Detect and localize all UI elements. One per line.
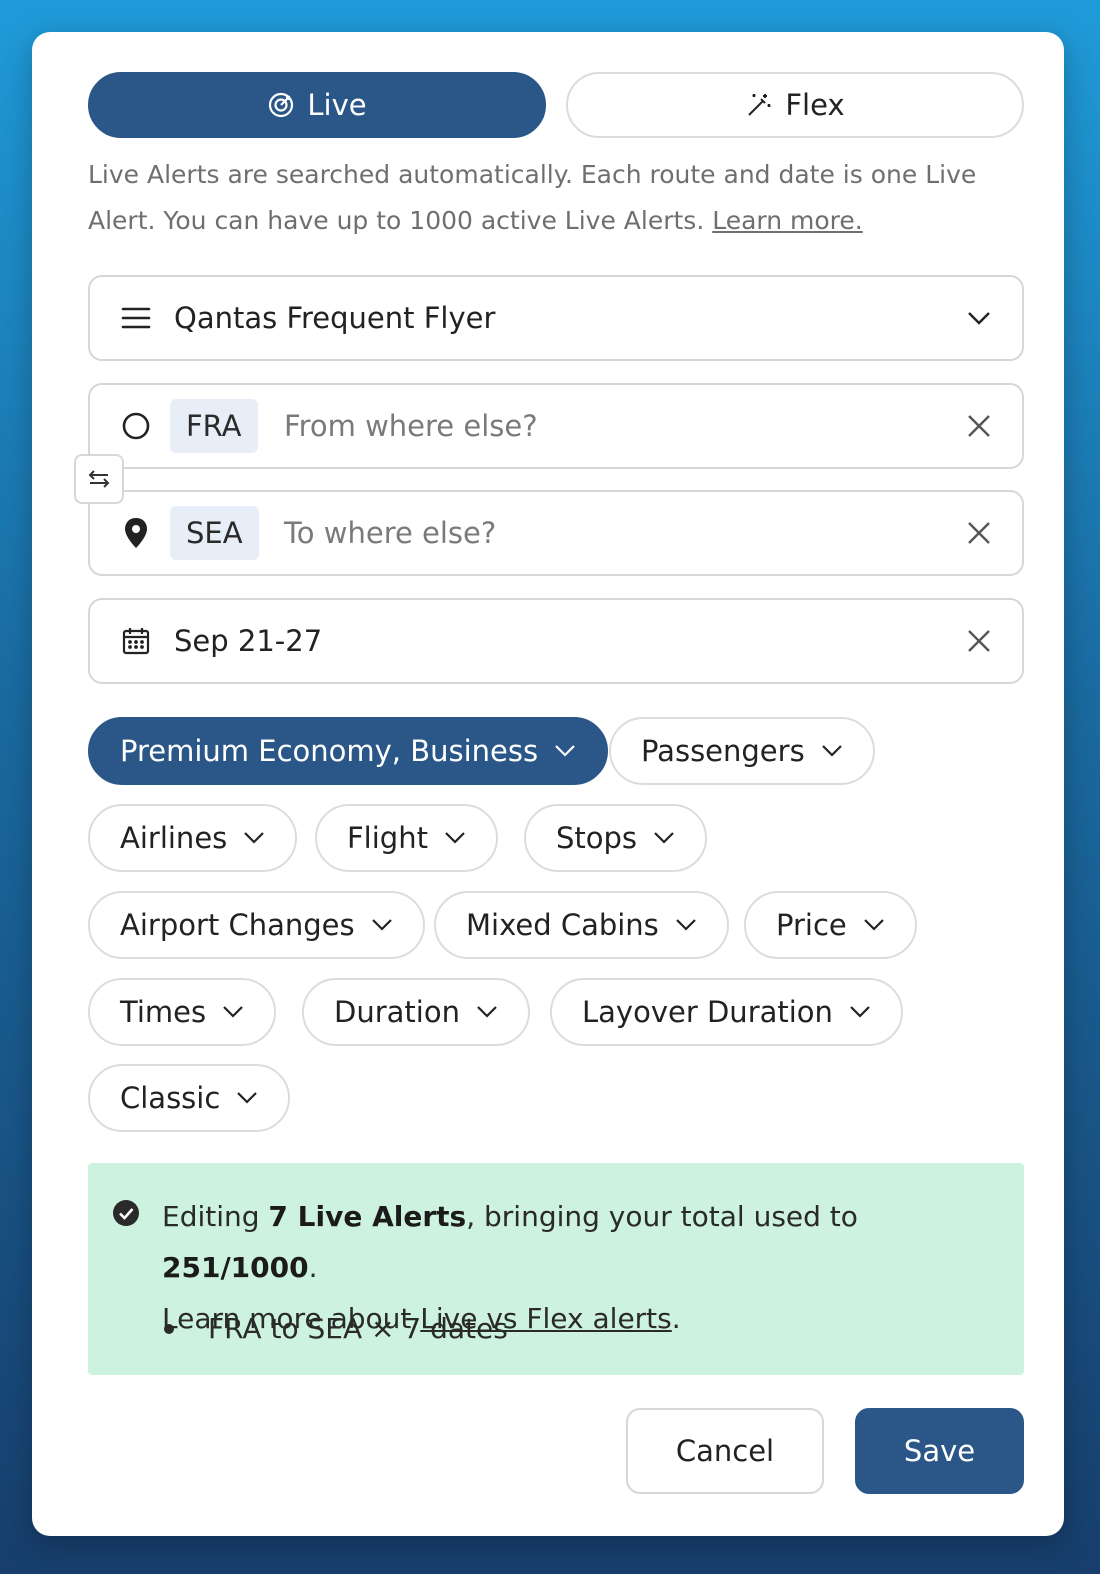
chevron-down-icon — [445, 832, 465, 844]
clear-destination-icon[interactable] — [964, 518, 994, 548]
origin-code-chip[interactable]: FRA — [170, 399, 258, 453]
stops-filter-label: Stops — [556, 821, 638, 855]
duration-filter-label: Duration — [334, 995, 460, 1029]
origin-field[interactable]: FRA From where else? — [88, 383, 1024, 469]
chevron-down-icon — [654, 832, 674, 844]
chevron-down-icon — [371, 919, 392, 931]
passengers-filter-label: Passengers — [641, 734, 805, 768]
swap-arrows-icon — [86, 466, 112, 492]
live-mode-label: Live — [307, 88, 367, 122]
route-summary: FRA to SEA × 7 dates — [208, 1312, 508, 1345]
flight-filter-label: Flight — [347, 821, 428, 855]
destination-code-chip[interactable]: SEA — [170, 506, 259, 560]
chevron-down-icon — [964, 303, 994, 333]
summary-total-used: 251/1000 — [162, 1251, 309, 1284]
flight-filter-pill[interactable]: Flight — [315, 804, 498, 872]
chevron-down-icon — [244, 832, 265, 844]
learn-more-link[interactable]: Learn more. — [712, 206, 863, 235]
target-icon — [267, 91, 295, 119]
mixed-cabins-filter-label: Mixed Cabins — [466, 908, 659, 942]
calendar-icon — [120, 625, 152, 657]
cabin-filter-label: Premium Economy, Business — [120, 734, 539, 768]
times-filter-pill[interactable]: Times — [88, 978, 277, 1046]
origin-circle-icon — [120, 410, 152, 442]
view-mode-label: Classic — [120, 1081, 221, 1115]
stops-filter-pill[interactable]: Stops — [524, 804, 708, 872]
alert-summary-box: Editing 7 Live Alerts, bringing your tot… — [88, 1163, 1024, 1375]
layover-duration-filter-pill[interactable]: Layover Duration — [550, 978, 903, 1046]
summary-end: . — [308, 1251, 318, 1284]
chevron-down-icon — [676, 919, 696, 931]
chevron-down-icon — [223, 1006, 243, 1018]
summary-prefix: Editing — [162, 1200, 269, 1233]
price-filter-pill[interactable]: Price — [744, 891, 917, 959]
magic-wand-icon — [745, 91, 773, 119]
passengers-filter-pill[interactable]: Passengers — [609, 717, 875, 785]
bullet-dot — [164, 1324, 174, 1334]
view-mode-pill[interactable]: Classic — [88, 1064, 291, 1132]
live-mode-button[interactable]: Live — [88, 72, 546, 138]
mixed-cabins-filter-pill[interactable]: Mixed Cabins — [434, 891, 729, 959]
menu-icon — [120, 302, 152, 334]
chevron-down-icon — [850, 1006, 870, 1018]
dates-field[interactable]: Sep 21-27 — [88, 598, 1024, 684]
summary-alert-count: 7 Live Alerts — [268, 1200, 467, 1233]
chevron-down-icon — [821, 745, 842, 757]
destination-field[interactable]: SEA To where else? — [88, 490, 1024, 576]
list-item: FRA to SEA × 7 dates — [162, 1307, 508, 1351]
program-value: Qantas Frequent Flyer — [174, 301, 496, 335]
live-alerts-description: Live Alerts are searched automatically. … — [88, 152, 1028, 244]
origin-input[interactable]: From where else? — [284, 409, 538, 443]
flex-mode-button[interactable]: Flex — [566, 72, 1024, 138]
times-filter-label: Times — [120, 995, 207, 1029]
alert-editor-modal: Live Flex Live Alerts are searched autom… — [32, 32, 1064, 1536]
check-circle-icon — [113, 1200, 139, 1226]
dates-value: Sep 21-27 — [174, 624, 323, 658]
chevron-down-icon — [237, 1092, 258, 1104]
layover-duration-filter-label: Layover Duration — [582, 995, 833, 1029]
airlines-filter-pill[interactable]: Airlines — [88, 804, 298, 872]
summary-middle: , bringing your total used to — [466, 1200, 858, 1233]
destination-input[interactable]: To where else? — [284, 516, 496, 550]
chevron-down-icon — [555, 745, 575, 757]
clear-dates-icon[interactable] — [964, 626, 994, 656]
clear-origin-icon[interactable] — [964, 411, 994, 441]
chevron-down-icon — [863, 919, 884, 931]
program-select[interactable]: Qantas Frequent Flyer — [88, 275, 1024, 361]
price-filter-label: Price — [776, 908, 847, 942]
map-pin-icon — [120, 517, 152, 549]
airport-changes-filter-pill[interactable]: Airport Changes — [88, 891, 425, 959]
duration-filter-pill[interactable]: Duration — [302, 978, 530, 1046]
save-button[interactable]: Save — [855, 1408, 1024, 1494]
learn-suffix: . — [671, 1302, 681, 1335]
airport-changes-filter-label: Airport Changes — [120, 908, 355, 942]
chevron-down-icon — [477, 1006, 497, 1018]
flex-mode-label: Flex — [785, 88, 845, 122]
cancel-button[interactable]: Cancel — [626, 1408, 824, 1494]
swap-route-button[interactable] — [74, 454, 124, 504]
cabin-filter-pill[interactable]: Premium Economy, Business — [88, 717, 609, 785]
airlines-filter-label: Airlines — [120, 821, 228, 855]
